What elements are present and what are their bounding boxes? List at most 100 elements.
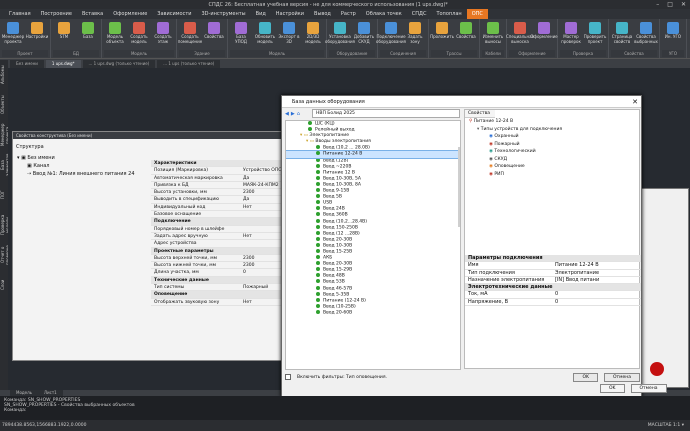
property-row[interactable]: Автоматическая маркировка Да bbox=[151, 175, 286, 182]
ribbon-button[interactable]: Страница свойств bbox=[611, 20, 633, 50]
cancel-button[interactable]: Отмена bbox=[603, 372, 640, 382]
ribbon-button[interactable]: STM bbox=[53, 20, 75, 50]
property-value[interactable]: Устройство ОПС bbox=[243, 167, 286, 173]
forward-icon[interactable]: ▶ bbox=[291, 111, 295, 117]
ribbon-button[interactable]: Ин. УГО bbox=[662, 20, 684, 50]
ribbon-button[interactable]: Свойства bbox=[203, 20, 225, 50]
home-icon[interactable]: ⌂ bbox=[297, 111, 300, 117]
property-row[interactable]: Позиция (Маркировка) Устройство ОПС bbox=[151, 167, 286, 175]
property-value[interactable]: Нет bbox=[243, 299, 286, 305]
property-row[interactable]: Выводить в спецификацию Да bbox=[151, 196, 286, 204]
property-value[interactable]: Нет bbox=[243, 204, 286, 210]
outer-cancel-button[interactable]: Отмена bbox=[630, 384, 667, 393]
record-icon[interactable] bbox=[650, 362, 664, 376]
property-row[interactable]: Характеристики bbox=[151, 160, 286, 168]
tree-item[interactable]: ▾ ▣ Без имени bbox=[15, 154, 145, 162]
property-row[interactable]: Высота установки, мм 2300 bbox=[151, 189, 286, 197]
menu-item[interactable]: Настройки bbox=[271, 9, 309, 19]
ribbon-button[interactable]: Подключение оборудования bbox=[376, 20, 406, 50]
filter-checkbox[interactable] bbox=[285, 374, 291, 380]
param-row[interactable]: Электротехнические данные bbox=[465, 284, 641, 292]
property-value[interactable]: МАЯК-24-КПМ2 bbox=[243, 182, 286, 188]
ribbon-button[interactable]: Модель объекта bbox=[104, 20, 126, 50]
property-row[interactable]: Проектные параметры bbox=[151, 247, 286, 255]
property-row[interactable]: Отображать звуковую зону Нет bbox=[151, 299, 286, 306]
db-selector[interactable]: НВП Болид 2025 bbox=[312, 109, 460, 118]
param-value[interactable]: [IN] Ввод питани bbox=[555, 277, 641, 283]
menu-item[interactable]: Топоплан bbox=[431, 9, 466, 19]
param-value[interactable]: 0 bbox=[555, 291, 641, 297]
ribbon-button[interactable]: Менеджер проекта bbox=[2, 20, 24, 50]
outer-ok-button[interactable]: OK bbox=[600, 384, 625, 393]
minimize-icon[interactable]: – bbox=[656, 1, 659, 8]
tree-item[interactable]: Ввод 20-60В bbox=[286, 309, 460, 316]
property-row[interactable]: Оповещение bbox=[151, 291, 286, 299]
document-tab[interactable]: 1 ups.dwg* bbox=[45, 60, 81, 68]
menu-item[interactable]: Вставка bbox=[77, 9, 108, 19]
ribbon-button[interactable]: Установка оборудования bbox=[325, 20, 355, 50]
menu-item[interactable]: ОПС bbox=[466, 9, 488, 19]
side-tab[interactable]: ПОГ bbox=[0, 180, 5, 210]
param-row[interactable]: Напряжение, В 0 bbox=[465, 299, 641, 307]
ribbon-button[interactable]: База УПОД bbox=[230, 20, 252, 50]
property-value[interactable] bbox=[243, 226, 286, 232]
command-line[interactable]: Команда: SN_SHOW_PROPERTIES SN_SHOW_PROP… bbox=[0, 396, 690, 420]
type-tree-item[interactable]: ◉ СКУД bbox=[465, 156, 639, 164]
property-value[interactable] bbox=[243, 211, 286, 217]
property-row[interactable]: Привязка к БД МАЯК-24-КПМ2 bbox=[151, 182, 286, 190]
side-tab[interactable]: Альбомы bbox=[0, 60, 5, 90]
ribbon-button[interactable]: Добавить СКУД bbox=[353, 20, 375, 50]
ribbon-button[interactable]: Обновить модель bbox=[254, 20, 276, 50]
ok-button[interactable]: OK bbox=[573, 372, 598, 382]
tree-item[interactable]: ▣ Канал bbox=[15, 162, 145, 170]
ribbon-button[interactable]: Задать зону bbox=[404, 20, 426, 50]
menu-item[interactable]: 3D-инструменты bbox=[197, 9, 251, 19]
property-value[interactable]: 2300 bbox=[243, 255, 286, 261]
menu-item[interactable]: Зависимости bbox=[152, 9, 196, 19]
property-value[interactable] bbox=[243, 248, 286, 254]
property-value[interactable]: Да bbox=[243, 175, 286, 181]
ribbon-button[interactable]: Изменить выносы bbox=[482, 20, 504, 50]
side-tab[interactable]: Объекты bbox=[0, 90, 5, 120]
property-row[interactable]: Высота верхней точки, мм 2300 bbox=[151, 255, 286, 263]
property-row[interactable]: Подключение bbox=[151, 218, 286, 226]
ribbon-button[interactable]: Свойства выбранных bbox=[634, 20, 658, 50]
param-value[interactable]: Электропитание bbox=[555, 270, 641, 276]
ribbon-button[interactable]: Проложить bbox=[430, 20, 454, 50]
property-row[interactable]: Высота нижней точки, мм 2300 bbox=[151, 262, 286, 270]
property-row[interactable]: Порядковый номер в шлейфе bbox=[151, 226, 286, 233]
property-value[interactable]: Пожарный bbox=[243, 284, 286, 290]
property-value[interactable] bbox=[243, 160, 286, 166]
menu-item[interactable]: Вид bbox=[251, 9, 271, 19]
property-value[interactable]: 2300 bbox=[243, 189, 286, 195]
property-value[interactable] bbox=[243, 218, 286, 224]
property-row[interactable]: Индивидуальный код Нет bbox=[151, 204, 286, 212]
property-value[interactable]: Да bbox=[243, 196, 286, 202]
scale-selector[interactable]: МАСШТАБ 1:1 ▾ bbox=[648, 420, 684, 431]
document-tab[interactable]: Без имени bbox=[10, 60, 44, 68]
param-value[interactable] bbox=[555, 284, 641, 290]
property-row[interactable]: Задать адрес вручную Нет bbox=[151, 233, 286, 241]
close-icon[interactable]: ✕ bbox=[629, 96, 641, 107]
tree-item[interactable]: ⇢ Ввод №1: Линия внешнего питания 24 bbox=[15, 170, 145, 178]
scrollbar[interactable] bbox=[458, 147, 460, 227]
type-tree-item[interactable]: ◉ Технологический bbox=[465, 148, 639, 156]
type-tree-item[interactable]: ▾ Типы устройств для подключения bbox=[465, 126, 639, 134]
param-row[interactable]: Ток, мА 0 bbox=[465, 291, 641, 299]
menu-item[interactable]: Облака точек bbox=[361, 9, 407, 19]
property-row[interactable]: Базовое оснащение bbox=[151, 211, 286, 219]
param-row[interactable]: Тип подключения Электропитание bbox=[465, 270, 641, 277]
property-value[interactable]: 0 bbox=[243, 269, 286, 275]
side-tab[interactable]: Слои bbox=[0, 270, 5, 300]
menu-item[interactable]: Главная bbox=[4, 9, 36, 19]
property-value[interactable]: Нет bbox=[243, 233, 286, 239]
menu-item[interactable]: Вывод bbox=[309, 9, 336, 19]
menu-item[interactable]: Оформление bbox=[108, 9, 152, 19]
ribbon-button[interactable]: Проверить проект bbox=[584, 20, 606, 50]
property-value[interactable] bbox=[243, 291, 286, 297]
property-row[interactable]: Адрес устройства bbox=[151, 240, 286, 248]
ribbon-button[interactable]: Свойства bbox=[455, 20, 477, 50]
type-tree-item[interactable]: ⚲ Питание 12-24 В bbox=[465, 118, 639, 126]
param-row[interactable]: Имя Питание 12-24 В bbox=[465, 262, 641, 270]
ribbon-button[interactable]: 2D/3D модель bbox=[302, 20, 324, 50]
